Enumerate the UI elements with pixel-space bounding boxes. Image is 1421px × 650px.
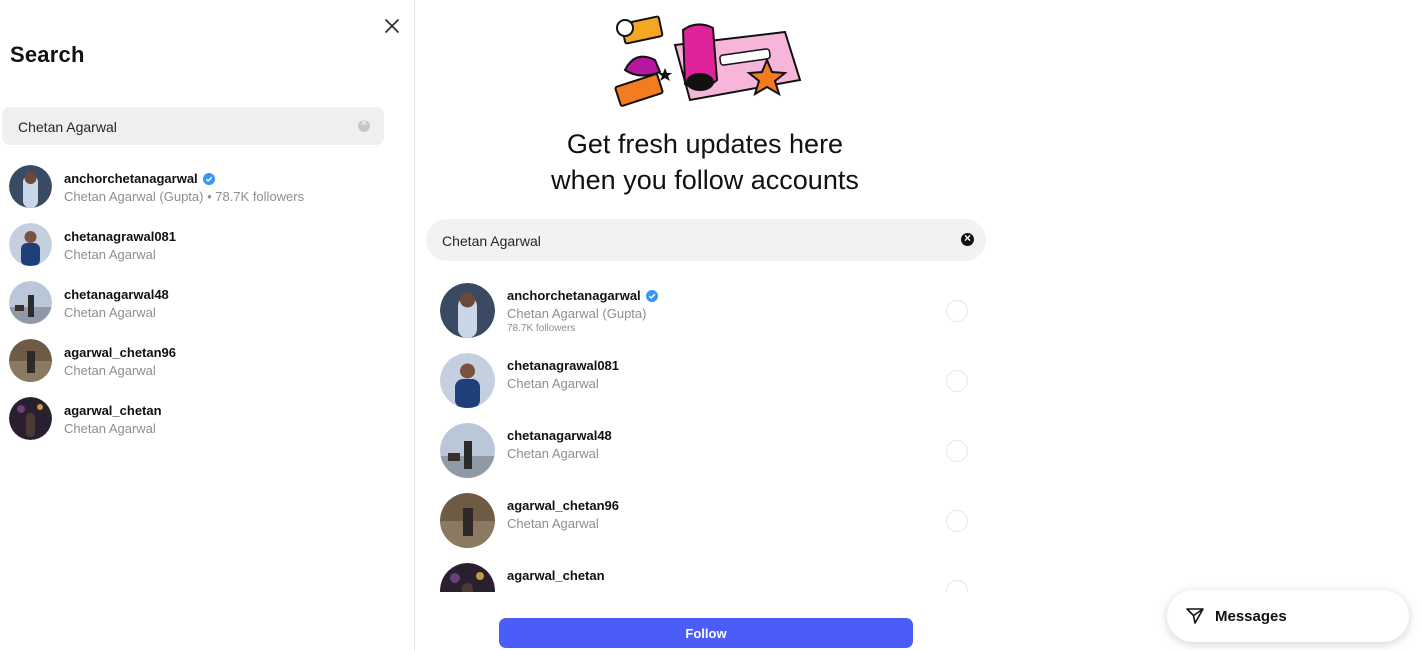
follow-button[interactable]: Follow [499, 618, 913, 648]
verified-badge-icon [202, 172, 215, 185]
search-input[interactable] [16, 107, 340, 147]
avatar [9, 165, 52, 208]
suggestion-username-text: chetanagrawal081 [507, 358, 620, 373]
avatar [440, 493, 495, 548]
suggestion-followers: 78.7K followers [507, 323, 576, 334]
suggestion-username: chetanagarwal48 [507, 428, 612, 443]
result-username-text: chetanagrawal081 [64, 229, 177, 244]
suggestion-row[interactable]: chetanagarwal48 Chetan Agarwal [426, 416, 986, 486]
empty-feed-illustration [614, 15, 802, 107]
suggestion-row[interactable]: anchorchetanagarwal Chetan Agarwal (Gupt… [426, 276, 986, 346]
search-box [2, 107, 384, 147]
empty-feed-headline: Get fresh updates here when you follow a… [470, 126, 940, 198]
result-username: chetanagarwal48 [64, 287, 169, 302]
messages-button[interactable]: Messages [1167, 590, 1409, 642]
result-subtitle: Chetan Agarwal (Gupta) • 78.7K followers [64, 189, 305, 204]
suggestion-username-text: agarwal_chetan [507, 568, 605, 583]
avatar [440, 283, 495, 338]
suggestion-username: anchorchetanagarwal [507, 288, 658, 303]
select-radio[interactable] [946, 510, 968, 532]
suggestion-full-name: Chetan Agarwal [507, 516, 599, 531]
result-username-text: agarwal_chetan [64, 403, 162, 418]
result-username-text: agarwal_chetan96 [64, 345, 177, 360]
select-radio[interactable] [946, 300, 968, 322]
suggestion-username: agarwal_chetan [507, 568, 605, 583]
result-username: anchorchetanagarwal [64, 171, 215, 186]
clear-search-icon[interactable] [961, 231, 974, 246]
suggestion-full-name: Chetan Agarwal [507, 446, 599, 461]
search-result-row[interactable]: chetanagrawal081 Chetan Agarwal [0, 215, 415, 273]
suggestion-username-text: agarwal_chetan96 [507, 498, 620, 513]
result-username: agarwal_chetan96 [64, 345, 176, 360]
close-icon[interactable] [380, 14, 404, 38]
search-result-row[interactable]: chetanagarwal48 Chetan Agarwal [0, 273, 415, 331]
suggestion-username-text: chetanagarwal48 [507, 428, 612, 443]
result-username-text: anchorchetanagarwal [64, 171, 198, 186]
avatar [440, 563, 495, 592]
suggestion-row[interactable]: agarwal_chetan [426, 556, 986, 592]
search-result-row[interactable]: anchorchetanagarwal Chetan Agarwal (Gupt… [0, 157, 415, 215]
suggested-search-input[interactable] [440, 219, 944, 263]
avatar [9, 339, 52, 382]
paper-plane-icon [1186, 608, 1204, 624]
result-username: agarwal_chetan [64, 403, 162, 418]
suggestion-full-name: Chetan Agarwal (Gupta) [507, 306, 647, 321]
search-panel: Search anchorchetanagarwal [0, 0, 415, 650]
select-radio[interactable] [946, 370, 968, 392]
avatar [9, 223, 52, 266]
verified-badge-icon [645, 289, 658, 302]
result-subtitle: Chetan Agarwal [64, 363, 156, 378]
result-subtitle: Chetan Agarwal [64, 305, 156, 320]
clear-search-icon[interactable] [358, 117, 370, 132]
select-radio[interactable] [946, 440, 968, 462]
suggestion-username: chetanagrawal081 [507, 358, 619, 373]
result-subtitle: Chetan Agarwal [64, 421, 156, 436]
search-panel-title: Search [10, 42, 85, 67]
avatar [9, 397, 52, 440]
avatar [440, 423, 495, 478]
search-result-row[interactable]: agarwal_chetan Chetan Agarwal [0, 389, 415, 447]
result-username-text: chetanagarwal48 [64, 287, 169, 302]
avatar [440, 353, 495, 408]
suggestion-row[interactable]: agarwal_chetan96 Chetan Agarwal [426, 486, 986, 556]
result-username: chetanagrawal081 [64, 229, 176, 244]
messages-label: Messages [1215, 608, 1287, 625]
suggested-search-box [426, 219, 986, 263]
select-radio[interactable] [946, 580, 968, 592]
result-subtitle: Chetan Agarwal [64, 247, 156, 262]
suggestion-full-name: Chetan Agarwal [507, 376, 599, 391]
avatar [9, 281, 52, 324]
search-result-row[interactable]: agarwal_chetan96 Chetan Agarwal [0, 331, 415, 389]
suggestion-username: agarwal_chetan96 [507, 498, 619, 513]
suggestion-row[interactable]: chetanagrawal081 Chetan Agarwal [426, 346, 986, 416]
headline-line-2: when you follow accounts [551, 165, 859, 195]
suggestion-list: anchorchetanagarwal Chetan Agarwal (Gupt… [426, 276, 986, 592]
headline-line-1: Get fresh updates here [566, 129, 844, 159]
search-results: anchorchetanagarwal Chetan Agarwal (Gupt… [0, 157, 415, 447]
suggestion-username-text: anchorchetanagarwal [507, 288, 641, 303]
